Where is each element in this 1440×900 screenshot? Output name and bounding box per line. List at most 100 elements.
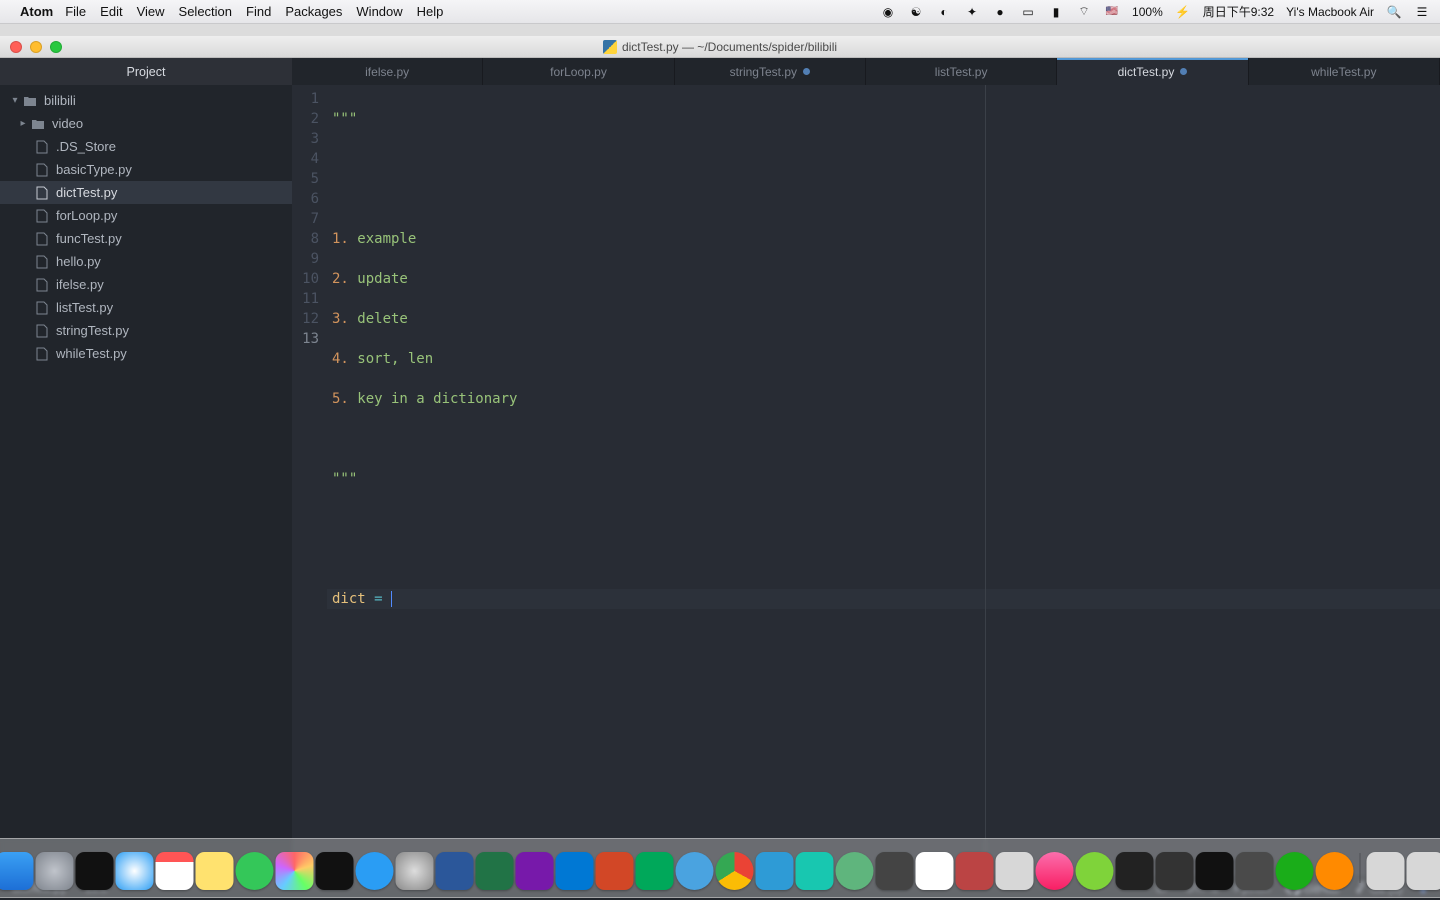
window-title: dictTest.py — ~/Documents/spider/bilibil… xyxy=(622,40,837,54)
dock-app-icon[interactable] xyxy=(1236,852,1274,890)
dirty-indicator-icon xyxy=(803,68,810,75)
tray-icon-2[interactable]: ✦ xyxy=(964,4,980,20)
dock-launchpad-icon[interactable] xyxy=(36,852,74,890)
dock-downloads-icon[interactable] xyxy=(1367,852,1405,890)
menu-selection[interactable]: Selection xyxy=(179,4,232,19)
tab-forloop[interactable]: forLoop.py xyxy=(483,58,674,85)
dock-netflix-icon[interactable] xyxy=(316,852,354,890)
atom-window: dictTest.py — ~/Documents/spider/bilibil… xyxy=(0,36,1440,900)
tab-dicttest[interactable]: dictTest.py xyxy=(1057,58,1248,85)
dock-calendar-icon[interactable] xyxy=(156,852,194,890)
project-panel-header: Project xyxy=(0,58,292,85)
tree-item-label: video xyxy=(52,116,83,131)
notification-center-icon[interactable]: ☰ xyxy=(1414,4,1430,20)
dock-settings-icon[interactable] xyxy=(396,852,434,890)
file-icon xyxy=(34,232,50,246)
tree-item-label: hello.py xyxy=(56,254,101,269)
tab-stringtest[interactable]: stringTest.py xyxy=(675,58,866,85)
dock-outlook-icon[interactable] xyxy=(556,852,594,890)
tray-icon-3[interactable]: ● xyxy=(992,4,1008,20)
dock-app-icon[interactable] xyxy=(756,852,794,890)
menu-find[interactable]: Find xyxy=(246,4,271,19)
tree-file-selected[interactable]: dictTest.py xyxy=(0,181,292,204)
spotlight-icon[interactable]: 🔍 xyxy=(1386,4,1402,20)
tab-whiletest[interactable]: whileTest.py xyxy=(1249,58,1440,85)
app-menu[interactable]: Atom xyxy=(20,4,53,19)
menu-view[interactable]: View xyxy=(137,4,165,19)
code-token: delete xyxy=(349,311,408,327)
wifi-icon[interactable]: ⌔ xyxy=(1076,4,1092,20)
dock-app-icon[interactable] xyxy=(1076,852,1114,890)
tab-ifelse[interactable]: ifelse.py xyxy=(292,58,483,85)
tree-file[interactable]: ifelse.py xyxy=(0,273,292,296)
tree-file[interactable]: hello.py xyxy=(0,250,292,273)
dock-app-icon[interactable] xyxy=(676,852,714,890)
tree-root[interactable]: ▾ bilibili xyxy=(0,89,292,112)
dock-powerpoint-icon[interactable] xyxy=(596,852,634,890)
dock-messages-icon[interactable] xyxy=(236,852,274,890)
tree-file[interactable]: stringTest.py xyxy=(0,319,292,342)
tree-item-label: .DS_Store xyxy=(56,139,116,154)
tree-file[interactable]: basicType.py xyxy=(0,158,292,181)
dock-atom-icon[interactable] xyxy=(836,852,874,890)
tray-icon-1[interactable]: ◐ xyxy=(936,4,952,20)
clock-text[interactable]: 周日下午9:32 xyxy=(1203,3,1274,20)
tree-folder-video[interactable]: ▸ video xyxy=(0,112,292,135)
file-icon xyxy=(34,255,50,269)
tree-item-label: basicType.py xyxy=(56,162,132,177)
machine-name[interactable]: Yi's Macbook Air xyxy=(1286,5,1374,19)
code-content[interactable]: """ 1. example 2. update 3. delete 4. so… xyxy=(327,85,1440,876)
dock-app-icon[interactable] xyxy=(956,852,994,890)
dock-trash-icon[interactable] xyxy=(1407,852,1440,890)
dock-wechat-icon[interactable] xyxy=(1276,852,1314,890)
tab-listtest[interactable]: listTest.py xyxy=(866,58,1057,85)
record-icon[interactable]: ◉ xyxy=(880,4,896,20)
dock-music-icon[interactable] xyxy=(1036,852,1074,890)
dock-excel-icon[interactable] xyxy=(476,852,514,890)
text-editor[interactable]: 12345678910111213 """ 1. example 2. upda… xyxy=(292,85,1440,876)
battery-icon[interactable]: ▮ xyxy=(1048,4,1064,20)
dock-chrome-icon[interactable] xyxy=(716,852,754,890)
display-icon[interactable]: ▭ xyxy=(1020,4,1036,20)
tree-item-label: funcTest.py xyxy=(56,231,122,246)
dock-onenote-icon[interactable] xyxy=(516,852,554,890)
tree-file[interactable]: listTest.py xyxy=(0,296,292,319)
tree-file[interactable]: .DS_Store xyxy=(0,135,292,158)
input-flag-icon[interactable]: 🇺🇸 xyxy=(1104,4,1120,20)
tree-file[interactable]: funcTest.py xyxy=(0,227,292,250)
dock-terminal-icon[interactable] xyxy=(76,852,114,890)
menu-window[interactable]: Window xyxy=(356,4,402,19)
tree-item-label: dictTest.py xyxy=(56,185,117,200)
battery-text[interactable]: 100% xyxy=(1132,5,1163,19)
dock-app-icon[interactable] xyxy=(876,852,914,890)
tree-file[interactable]: whileTest.py xyxy=(0,342,292,365)
file-icon xyxy=(34,301,50,315)
dock-safari-icon[interactable] xyxy=(116,852,154,890)
wechat-status-icon[interactable]: ☯ xyxy=(908,4,924,20)
tree-file[interactable]: forLoop.py xyxy=(0,204,292,227)
dock-unity-icon[interactable] xyxy=(1116,852,1154,890)
dock-app-icon[interactable] xyxy=(1156,852,1194,890)
menu-edit[interactable]: Edit xyxy=(100,4,122,19)
dock-word-icon[interactable] xyxy=(436,852,474,890)
menu-file[interactable]: File xyxy=(65,4,86,19)
dock-finder-icon[interactable] xyxy=(0,852,34,890)
chevron-right-icon: ▸ xyxy=(16,118,30,129)
dock-xmind-icon[interactable] xyxy=(636,852,674,890)
dock-app-icon[interactable] xyxy=(996,852,1034,890)
window-titlebar[interactable]: dictTest.py — ~/Documents/spider/bilibil… xyxy=(0,36,1440,58)
dock-qq-icon[interactable] xyxy=(916,852,954,890)
code-token: 1. xyxy=(332,231,349,247)
line-gutter: 12345678910111213 xyxy=(292,85,327,876)
tab-label: forLoop.py xyxy=(550,65,607,79)
folder-icon xyxy=(22,94,38,108)
dock-iterm-icon[interactable] xyxy=(1196,852,1234,890)
menu-help[interactable]: Help xyxy=(417,4,444,19)
dock-app-icon[interactable] xyxy=(1316,852,1354,890)
menu-packages[interactable]: Packages xyxy=(285,4,342,19)
code-token: sort, len xyxy=(349,351,433,367)
dock-photos-icon[interactable] xyxy=(276,852,314,890)
dock-notes-icon[interactable] xyxy=(196,852,234,890)
dock-app-icon[interactable] xyxy=(796,852,834,890)
dock-appstore-icon[interactable] xyxy=(356,852,394,890)
